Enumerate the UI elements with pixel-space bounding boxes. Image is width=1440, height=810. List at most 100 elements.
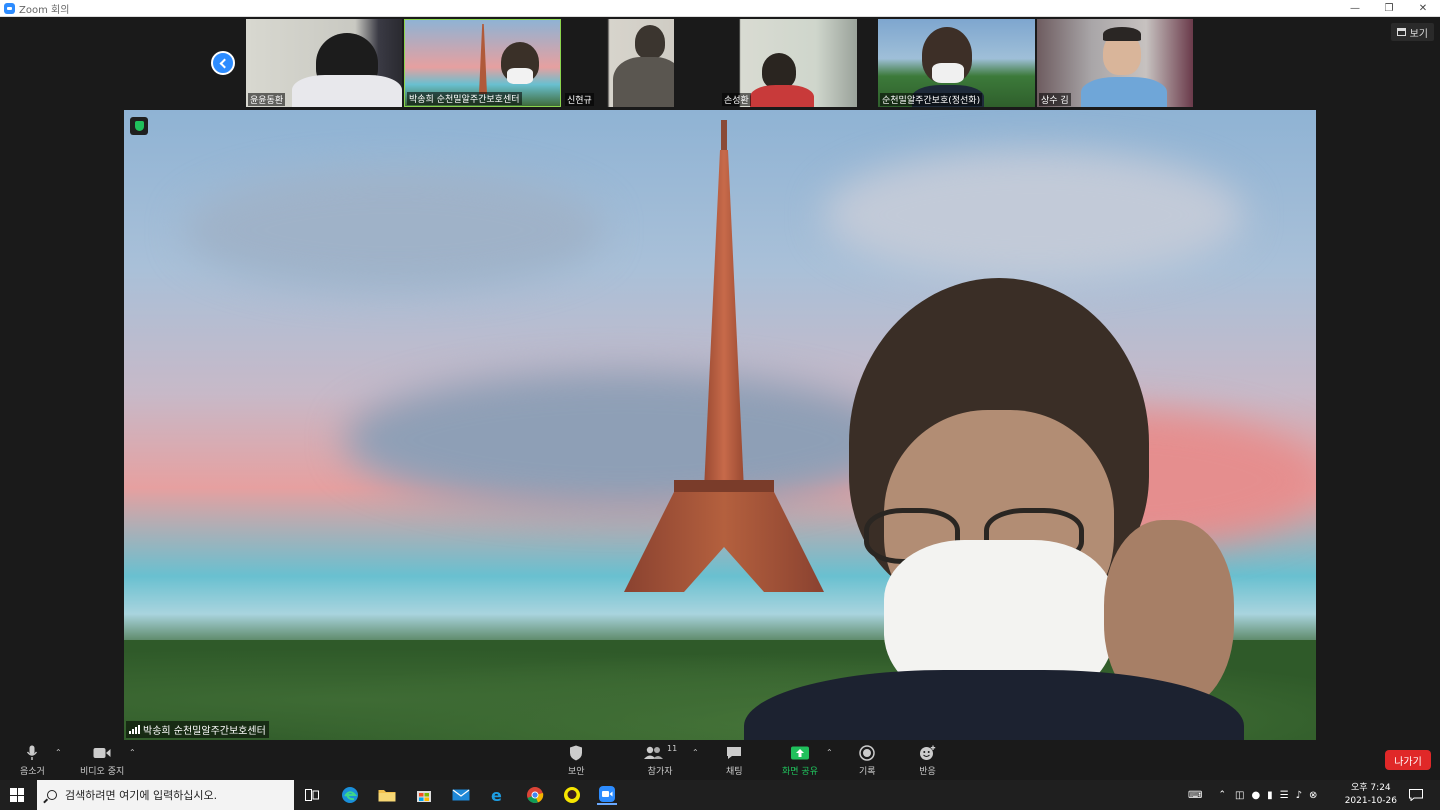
battery-icon[interactable]: ▮	[1267, 790, 1273, 801]
participant-tile[interactable]: 윤윤동환	[246, 19, 402, 107]
participant-tile-active[interactable]: 박송희 순천밀알주간보호센터	[404, 19, 561, 107]
usb-device-icon[interactable]: ◫	[1235, 790, 1244, 801]
chevron-left-icon	[219, 58, 230, 68]
search-icon	[47, 790, 57, 800]
share-screen-label: 화면 공유	[782, 767, 818, 777]
chevron-up-icon[interactable]: ⌃	[1218, 790, 1226, 800]
participant-body	[1081, 77, 1167, 107]
zoom-logo-icon	[4, 2, 15, 14]
record-button[interactable]: 기록	[859, 744, 876, 777]
microphone-icon	[26, 744, 38, 762]
keyboard-icon[interactable]: ⌨	[1188, 790, 1202, 801]
action-center-icon[interactable]	[1406, 785, 1426, 805]
view-button[interactable]: 보기	[1390, 23, 1434, 41]
participant-body	[750, 85, 814, 107]
file-explorer-icon[interactable]	[377, 785, 397, 805]
notification-close-icon[interactable]: ⊗	[1309, 790, 1317, 801]
restore-icon[interactable]: ❐	[1372, 0, 1406, 17]
record-label: 기록	[859, 767, 876, 777]
zoom-taskbar-icon[interactable]	[597, 785, 617, 805]
internet-explorer-icon[interactable]: e	[488, 785, 508, 805]
chat-button[interactable]: 채팅	[726, 744, 743, 777]
taskbar-search-box[interactable]: 검색하려면 여기에 입력하십시오.	[37, 780, 294, 810]
participant-tile[interactable]: 순천밀알주간보호(정선화)	[878, 19, 1035, 107]
chevron-up-icon[interactable]: ⌃	[826, 748, 833, 757]
title-bar: Zoom 회의 — ❐ ✕	[0, 0, 1440, 17]
participants-button[interactable]: 11 참가자	[643, 744, 677, 777]
share-screen-button[interactable]: 화면 공유	[782, 744, 818, 777]
security-shield-icon	[569, 744, 583, 762]
chat-bubble-icon	[726, 744, 742, 762]
view-button-label: 보기	[1409, 28, 1428, 40]
participants-icon: 11	[643, 744, 677, 762]
cloud-graphic	[344, 370, 904, 510]
mail-icon[interactable]	[451, 785, 471, 805]
participant-tile[interactable]: 손성환	[720, 19, 857, 107]
participant-body	[613, 57, 674, 107]
stop-video-label: 비디오 중지	[80, 767, 125, 777]
edge-browser-icon[interactable]	[340, 785, 360, 805]
chevron-up-icon[interactable]: ⌃	[692, 748, 699, 757]
participant-name: 상수 김	[1039, 93, 1071, 106]
chrome-icon[interactable]	[525, 785, 545, 805]
search-placeholder: 검색하려면 여기에 입력하십시오.	[65, 789, 218, 802]
wifi-icon[interactable]: ☰	[1280, 790, 1289, 801]
participant-body	[292, 75, 402, 107]
kakaotalk-icon[interactable]	[562, 785, 582, 805]
cloud-graphic	[824, 150, 1244, 280]
mask-graphic	[932, 63, 964, 83]
system-tray: ⌨ ⌃ ◫ ● ▮ ☰ ♪ ⊗	[1188, 780, 1317, 810]
security-label: 보안	[568, 767, 585, 777]
grid-view-icon	[1396, 28, 1406, 36]
meeting-toolbar: 음소거 ⌃ 비디오 중지 ⌃ 보안 11 참가자 ⌃ 채팅 화면 공유 ⌃ 기록…	[0, 740, 1440, 780]
svg-text:e: e	[491, 786, 502, 804]
main-speaker-video: 박송희 순천밀알주간보호센터	[124, 110, 1316, 740]
tray-microphone-icon[interactable]: ●	[1251, 790, 1260, 801]
chevron-up-icon[interactable]: ⌃	[55, 748, 62, 757]
window-title: Zoom 회의	[19, 4, 70, 16]
mask-graphic	[507, 68, 533, 84]
windows-start-icon[interactable]	[10, 788, 24, 802]
participant-tile[interactable]: 신현규	[563, 19, 674, 107]
chevron-up-icon[interactable]: ⌃	[129, 748, 136, 757]
task-view-icon[interactable]	[302, 785, 322, 805]
mute-label: 음소거	[20, 767, 45, 777]
minimize-icon[interactable]: —	[1338, 0, 1372, 17]
participant-name: 박송희 순천밀알주간보호센터	[407, 92, 522, 105]
signal-strength-icon	[129, 724, 140, 734]
emoji-smile-icon	[919, 744, 936, 762]
clock-time: 오후 7:24	[1351, 783, 1391, 793]
stop-video-button[interactable]: 비디오 중지	[80, 744, 124, 777]
participant-hair	[1103, 27, 1141, 41]
taskbar-clock[interactable]: 오후 7:24 2021-10-26	[1345, 782, 1397, 808]
participants-count: 11	[667, 744, 678, 753]
chat-label: 채팅	[726, 767, 743, 777]
clock-date: 2021-10-26	[1344, 796, 1397, 806]
speaker-name: 박송희 순천밀알주간보호센터	[143, 726, 266, 737]
windows-taskbar: 검색하려면 여기에 입력하십시오. e ⌨ ⌃ ◫ ● ▮ ☰ ♪ ⊗ 오후 7…	[0, 780, 1440, 810]
record-icon	[859, 744, 876, 762]
mute-button[interactable]: 음소거	[20, 744, 45, 777]
reactions-label: 반응	[919, 767, 936, 777]
previous-page-button[interactable]	[211, 51, 235, 75]
encryption-shield-icon	[130, 117, 148, 135]
leave-meeting-button[interactable]: 나가기	[1385, 750, 1431, 770]
participant-video	[762, 53, 796, 89]
volume-icon[interactable]: ♪	[1296, 790, 1302, 801]
participant-name: 신현규	[565, 93, 594, 106]
close-icon[interactable]: ✕	[1406, 0, 1440, 17]
participant-name: 순천밀알주간보호(정선화)	[880, 93, 983, 106]
cloud-graphic	[184, 170, 604, 290]
eiffel-tower-background	[479, 24, 487, 94]
store-icon[interactable]	[414, 785, 434, 805]
eiffel-tower-graphic	[624, 120, 824, 680]
participant-name: 윤윤동환	[248, 93, 286, 106]
participant-tile[interactable]: 상수 김	[1037, 19, 1193, 107]
security-button[interactable]: 보안	[568, 744, 585, 777]
speaker-name-tag: 박송희 순천밀알주간보호센터	[126, 721, 269, 738]
participant-name: 손성환	[722, 93, 751, 106]
participant-video	[635, 25, 665, 59]
participants-label: 참가자	[647, 767, 673, 777]
reactions-button[interactable]: 반응	[919, 744, 936, 777]
share-screen-icon	[790, 744, 810, 762]
